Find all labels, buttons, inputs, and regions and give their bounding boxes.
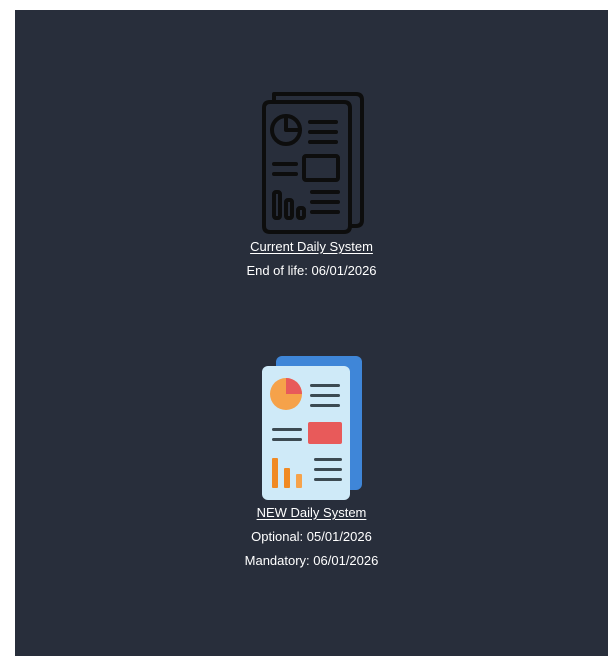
new-daily-system-link[interactable]: NEW Daily System <box>257 504 367 522</box>
mandatory-date-text: Mandatory: 06/01/2026 <box>244 553 379 568</box>
report-document-icon[interactable] <box>256 88 368 238</box>
end-of-life-text: End of life: 06/01/2026 <box>246 263 377 278</box>
current-daily-system-link[interactable]: Current Daily System <box>250 238 373 256</box>
optional-date-text: Optional: 05/01/2026 <box>251 529 372 544</box>
current-system-card: Current Daily System End of life: 06/01/… <box>15 88 608 280</box>
colored-report-document-icon[interactable] <box>256 354 368 504</box>
main-panel: Current Daily System End of life: 06/01/… <box>15 10 608 656</box>
new-system-card: NEW Daily System Optional: 05/01/2026 Ma… <box>15 354 608 570</box>
